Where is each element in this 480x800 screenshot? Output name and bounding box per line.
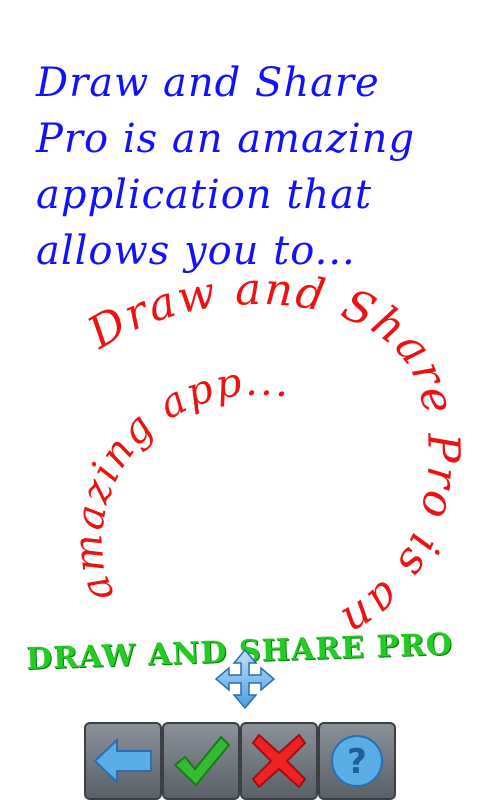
bottom-toolbar: ? [84, 722, 396, 800]
intro-text-line: Draw and Share [36, 60, 380, 106]
intro-text-line: allows you to... [36, 228, 356, 274]
help-button[interactable]: ? [318, 722, 396, 800]
close-icon [251, 733, 307, 789]
drawing-canvas[interactable]: Draw and Share Pro is an amazing applica… [0, 0, 480, 800]
arrow-left-icon [93, 737, 152, 785]
confirm-button[interactable] [162, 722, 240, 800]
check-icon [173, 735, 231, 787]
move-arrows-icon[interactable] [214, 648, 276, 710]
spiral-inner-path-text: amazing app... [65, 359, 292, 609]
help-icon: ? [331, 735, 383, 787]
intro-text-line: application that [36, 172, 373, 218]
back-button[interactable] [84, 722, 162, 800]
intro-text-line: Pro is an amazing [36, 116, 416, 162]
spiral-inner-text: amazing app... [65, 359, 294, 609]
svg-text:?: ? [347, 742, 367, 782]
cancel-button[interactable] [240, 722, 318, 800]
spiral-text-art: Draw and Share Pro is an amazing app... [65, 270, 467, 640]
